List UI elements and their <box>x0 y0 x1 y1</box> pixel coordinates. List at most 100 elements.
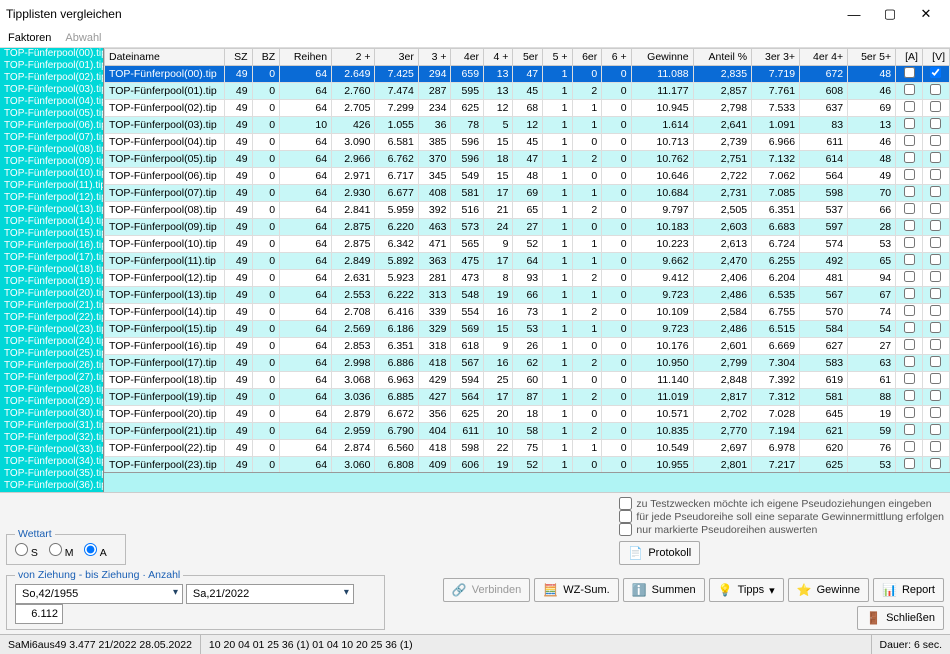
row-check-a[interactable] <box>904 186 915 197</box>
row-check-a[interactable] <box>904 135 915 146</box>
row-check-a[interactable] <box>904 67 915 78</box>
row-check-v[interactable] <box>930 458 941 469</box>
table-row[interactable]: TOP-Fünferpool(08).tip490642.8415.959392… <box>105 202 950 219</box>
table-row[interactable]: TOP-Fünferpool(11).tip490642.8495.892363… <box>105 253 950 270</box>
table-row[interactable]: TOP-Fünferpool(05).tip490642.9666.762370… <box>105 151 950 168</box>
minimize-button[interactable]: — <box>836 2 872 26</box>
row-check-v[interactable] <box>930 339 941 350</box>
row-check-a[interactable] <box>904 441 915 452</box>
sidebar-item[interactable]: TOP-Fünferpool(27).tip <box>0 372 103 384</box>
close-button[interactable]: ✕ <box>908 2 944 26</box>
column-header[interactable]: SZ <box>225 49 253 66</box>
row-check-a[interactable] <box>904 101 915 112</box>
sidebar-item[interactable]: TOP-Fünferpool(17).tip <box>0 252 103 264</box>
wettart-a[interactable] <box>84 543 97 556</box>
maximize-button[interactable]: ▢ <box>872 2 908 26</box>
table-row[interactable]: TOP-Fünferpool(03).tip490104261.05536785… <box>105 117 950 134</box>
column-header[interactable]: BZ <box>252 49 280 66</box>
sidebar-item[interactable]: TOP-Fünferpool(30).tip <box>0 408 103 420</box>
opt-testzwecken[interactable] <box>619 497 632 510</box>
sidebar-item[interactable]: TOP-Fünferpool(19).tip <box>0 276 103 288</box>
column-header[interactable]: 5er 5+ <box>848 49 896 66</box>
table-row[interactable]: TOP-Fünferpool(00).tip490642.6497.425294… <box>105 66 950 83</box>
row-check-v[interactable] <box>930 441 941 452</box>
column-header[interactable]: Dateiname <box>105 49 225 66</box>
row-check-a[interactable] <box>904 339 915 350</box>
row-check-a[interactable] <box>904 152 915 163</box>
sidebar-item[interactable]: TOP-Fünferpool(02).tip <box>0 72 103 84</box>
ziehung-count[interactable] <box>15 604 63 624</box>
row-check-a[interactable] <box>904 203 915 214</box>
row-check-v[interactable] <box>930 254 941 265</box>
row-check-v[interactable] <box>930 305 941 316</box>
row-check-v[interactable] <box>930 152 941 163</box>
ziehung-from[interactable] <box>15 584 183 604</box>
row-check-a[interactable] <box>904 356 915 367</box>
tipps-button[interactable]: 💡Tipps ▾ <box>709 578 784 602</box>
report-button[interactable]: 📊Report <box>873 578 944 602</box>
table-row[interactable]: TOP-Fünferpool(18).tip490643.0686.963429… <box>105 372 950 389</box>
row-check-v[interactable] <box>930 373 941 384</box>
gewinne-button[interactable]: ⭐Gewinne <box>788 578 869 602</box>
column-header[interactable]: 4er <box>451 49 484 66</box>
column-header[interactable]: [V] <box>922 49 949 66</box>
row-check-v[interactable] <box>930 407 941 418</box>
sidebar-item[interactable]: TOP-Fünferpool(25).tip <box>0 348 103 360</box>
table-row[interactable]: TOP-Fünferpool(22).tip490642.8746.560418… <box>105 440 950 457</box>
column-header[interactable]: 4 + <box>484 49 513 66</box>
row-check-v[interactable] <box>930 390 941 401</box>
sidebar-item[interactable]: TOP-Fünferpool(31).tip <box>0 420 103 432</box>
sidebar-item[interactable]: TOP-Fünferpool(01).tip <box>0 60 103 72</box>
row-check-a[interactable] <box>904 220 915 231</box>
table-row[interactable]: TOP-Fünferpool(02).tip490642.7057.299234… <box>105 100 950 117</box>
row-check-v[interactable] <box>930 220 941 231</box>
table-row[interactable]: TOP-Fünferpool(04).tip490643.0906.581385… <box>105 134 950 151</box>
column-header[interactable]: 3 + <box>418 49 451 66</box>
sidebar-item[interactable]: TOP-Fünferpool(08).tip <box>0 144 103 156</box>
protokoll-button[interactable]: 📄Protokoll <box>619 541 700 565</box>
sidebar-item[interactable]: TOP-Fünferpool(11).tip <box>0 180 103 192</box>
sidebar-item[interactable]: TOP-Fünferpool(14).tip <box>0 216 103 228</box>
table-row[interactable]: TOP-Fünferpool(19).tip490643.0366.885427… <box>105 389 950 406</box>
row-check-v[interactable] <box>930 288 941 299</box>
row-check-a[interactable] <box>904 118 915 129</box>
column-header[interactable]: [A] <box>896 49 923 66</box>
row-check-a[interactable] <box>904 271 915 282</box>
table-row[interactable]: TOP-Fünferpool(12).tip490642.6315.923281… <box>105 270 950 287</box>
sidebar-item[interactable]: TOP-Fünferpool(15).tip <box>0 228 103 240</box>
sidebar-item[interactable]: TOP-Fünferpool(06).tip <box>0 120 103 132</box>
schliessen-button[interactable]: 🚪Schließen <box>857 606 944 630</box>
sidebar-item[interactable]: TOP-Fünferpool(13).tip <box>0 204 103 216</box>
data-grid[interactable]: DateinameSZBZReihen2 +3er3 +4er4 +5er5 +… <box>104 48 950 472</box>
sidebar-item[interactable]: TOP-Fünferpool(10).tip <box>0 168 103 180</box>
table-row[interactable]: TOP-Fünferpool(15).tip490642.5696.186329… <box>105 321 950 338</box>
table-row[interactable]: TOP-Fünferpool(13).tip490642.5536.222313… <box>105 287 950 304</box>
table-row[interactable]: TOP-Fünferpool(06).tip490642.9716.717345… <box>105 168 950 185</box>
table-row[interactable]: TOP-Fünferpool(23).tip490643.0606.808409… <box>105 457 950 473</box>
row-check-v[interactable] <box>930 356 941 367</box>
column-header[interactable]: 5er <box>513 49 543 66</box>
sidebar-file-list[interactable]: TOP-Fünferpool(00).tipTOP-Fünferpool(01)… <box>0 48 104 492</box>
row-check-a[interactable] <box>904 254 915 265</box>
row-check-v[interactable] <box>930 186 941 197</box>
sidebar-item[interactable]: TOP-Fünferpool(09).tip <box>0 156 103 168</box>
row-check-a[interactable] <box>904 288 915 299</box>
sidebar-item[interactable]: TOP-Fünferpool(28).tip <box>0 384 103 396</box>
summen-button[interactable]: ℹ️Summen <box>623 578 705 602</box>
column-header[interactable]: 4er 4+ <box>800 49 848 66</box>
row-check-v[interactable] <box>930 322 941 333</box>
row-check-a[interactable] <box>904 169 915 180</box>
column-header[interactable]: 2 + <box>332 49 375 66</box>
table-row[interactable]: TOP-Fünferpool(21).tip490642.9596.790404… <box>105 423 950 440</box>
sidebar-item[interactable]: TOP-Fünferpool(23).tip <box>0 324 103 336</box>
sidebar-item[interactable]: TOP-Fünferpool(16).tip <box>0 240 103 252</box>
row-check-v[interactable] <box>930 101 941 112</box>
sidebar-item[interactable]: TOP-Fünferpool(00).tip <box>0 48 103 60</box>
sidebar-item[interactable]: TOP-Fünferpool(20).tip <box>0 288 103 300</box>
table-row[interactable]: TOP-Fünferpool(14).tip490642.7086.416339… <box>105 304 950 321</box>
row-check-v[interactable] <box>930 169 941 180</box>
sidebar-item[interactable]: TOP-Fünferpool(35).tip <box>0 468 103 480</box>
row-check-a[interactable] <box>904 390 915 401</box>
sidebar-item[interactable]: TOP-Fünferpool(04).tip <box>0 96 103 108</box>
row-check-a[interactable] <box>904 424 915 435</box>
